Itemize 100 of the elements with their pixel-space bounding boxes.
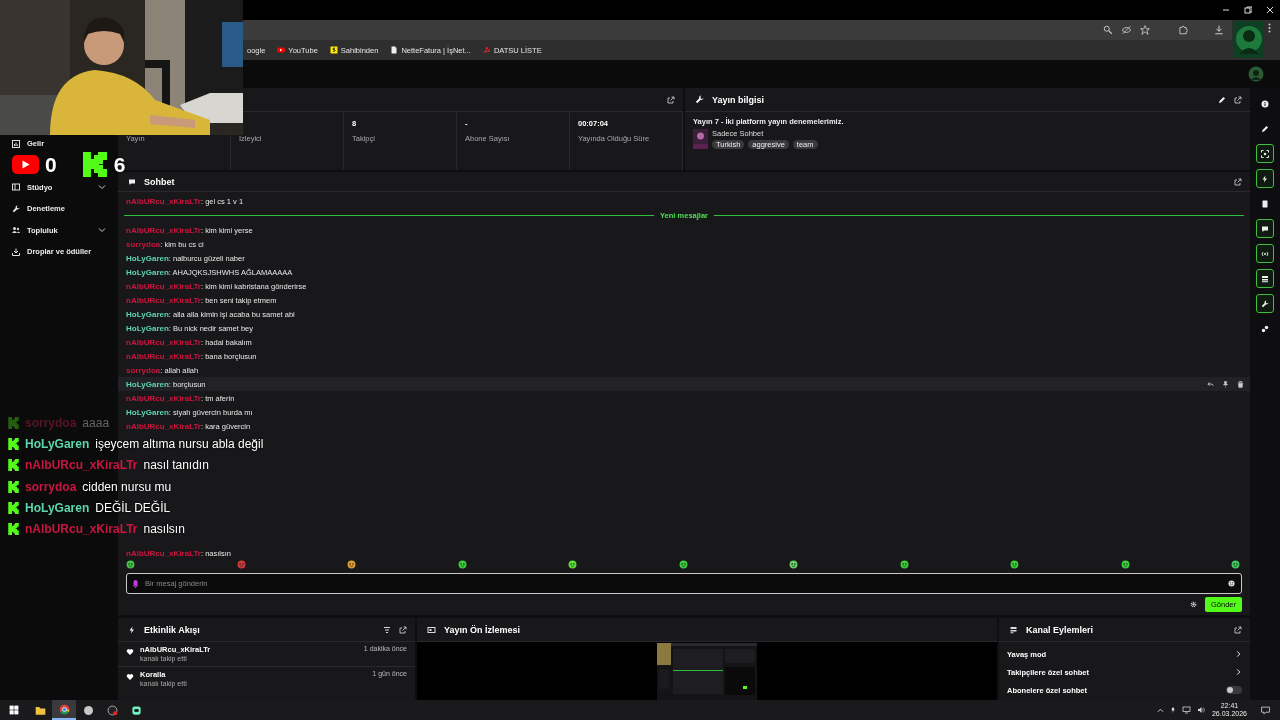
download-tray-icon — [12, 247, 20, 256]
chat-icon — [1261, 224, 1269, 233]
kick-logo-icon — [8, 437, 19, 450]
taskbar-app[interactable] — [52, 700, 76, 720]
emote-icon[interactable] — [1231, 560, 1240, 569]
kick-logo-icon — [8, 523, 19, 536]
chevron-right-icon[interactable] — [1235, 668, 1242, 676]
trash-icon[interactable] — [1237, 380, 1244, 388]
user-avatar[interactable] — [1248, 66, 1264, 82]
recorder-icon — [106, 704, 118, 716]
overlay-message: nasılsın — [143, 522, 185, 537]
more-icon[interactable] — [1268, 23, 1271, 33]
heart-icon — [126, 648, 134, 656]
kick-logo-icon — [82, 152, 108, 177]
emote-icon[interactable] — [678, 560, 688, 569]
chat-app-icon — [130, 704, 142, 716]
popout-icon[interactable] — [667, 95, 675, 104]
pin-icon[interactable] — [1222, 380, 1229, 388]
edit-icon — [1261, 124, 1269, 133]
emote-icon[interactable] — [789, 560, 798, 569]
overlay-username: nAlbURcu_xKiraLTr — [25, 522, 138, 537]
stack-icon — [1261, 274, 1269, 283]
kick-logo-icon — [8, 459, 19, 472]
panel-title: Yayın bilgisi — [712, 94, 765, 105]
info-icon — [1261, 99, 1269, 108]
puzzle-icon[interactable] — [1178, 25, 1188, 35]
volume-icon[interactable] — [1196, 706, 1206, 714]
panel-title: Yayın Ön İzlemesi — [444, 624, 521, 635]
wrench-icon — [1261, 299, 1269, 308]
notification-icon[interactable] — [1261, 705, 1270, 715]
studio-icon — [12, 183, 20, 192]
settings-icon[interactable] — [1189, 601, 1197, 608]
count-number: 6 — [113, 152, 126, 177]
youtube-icon — [12, 155, 39, 174]
reply-icon[interactable] — [1207, 380, 1214, 388]
overlay-username: HoLyGaren — [25, 500, 90, 515]
kick-logo-icon — [8, 416, 19, 429]
emote-icon[interactable] — [1010, 560, 1019, 569]
restore-icon[interactable] — [1244, 6, 1252, 14]
pdf-icon — [482, 46, 491, 54]
heart-icon — [126, 673, 134, 681]
chat-button[interactable] — [1256, 219, 1274, 238]
overlay-message: aaaa — [82, 415, 110, 430]
broadcast-button[interactable] — [1256, 244, 1274, 263]
overlay-username: nAlbURcu_xKiraLTr — [25, 458, 138, 473]
letter-icon — [329, 46, 338, 54]
popout-icon[interactable] — [1234, 177, 1242, 186]
panel-title: Etkinlik Akışı — [144, 624, 200, 635]
broadcast-icon — [1261, 249, 1269, 258]
card-icon — [1261, 199, 1269, 208]
kick-logo-icon — [8, 480, 19, 493]
minimize-icon[interactable] — [1222, 6, 1230, 14]
app-icon — [82, 704, 94, 716]
video-icon — [427, 625, 436, 634]
overlay-username: sorrydoa — [25, 479, 77, 494]
overlay-message: nasıl tanıdın — [143, 458, 209, 473]
emote-icon[interactable] — [347, 560, 356, 569]
popout-icon[interactable] — [1234, 625, 1242, 634]
emote-icon[interactable] — [568, 560, 577, 569]
star-icon[interactable] — [1140, 25, 1150, 35]
network-icon[interactable] — [1181, 706, 1191, 714]
wrench-icon — [12, 204, 20, 213]
emote-icon[interactable] — [457, 560, 467, 569]
emote-icon[interactable] — [1120, 560, 1130, 569]
emote-icon[interactable] — [126, 560, 135, 569]
chat-icon — [128, 177, 136, 186]
filter-icon[interactable] — [383, 625, 391, 634]
count-number: 0 — [45, 152, 57, 177]
wrench-button[interactable] — [1256, 294, 1274, 313]
emoji-icon[interactable] — [1228, 580, 1235, 587]
popout-icon[interactable] — [1234, 95, 1242, 104]
kick-logo-icon — [8, 501, 19, 514]
toggle-switch[interactable] — [1226, 686, 1242, 694]
overlay-username: HoLyGaren — [25, 436, 90, 451]
popout-icon[interactable] — [399, 625, 407, 634]
zoom-icon[interactable] — [1103, 25, 1113, 35]
focus-button[interactable] — [1256, 144, 1274, 163]
youtube-icon — [277, 46, 286, 54]
overlay-username: sorrydoa — [25, 415, 77, 430]
bolt-icon — [1261, 174, 1269, 183]
close-icon[interactable] — [1266, 6, 1274, 14]
chevron-down-icon[interactable] — [98, 183, 106, 192]
overlay-message: DEĞİL DEĞİL — [95, 500, 171, 515]
windows-start-icon[interactable] — [9, 705, 19, 715]
people-icon — [12, 226, 20, 235]
panel-title: Sohbet — [144, 176, 175, 187]
emote-icon[interactable] — [899, 560, 909, 569]
stack-button[interactable] — [1256, 269, 1274, 288]
chrome-icon — [58, 703, 70, 715]
microphone-icon[interactable] — [1169, 706, 1176, 714]
edit-icon[interactable] — [1218, 95, 1226, 104]
chevron-right-icon[interactable] — [1235, 650, 1242, 658]
chevron-up-icon[interactable] — [1156, 706, 1164, 714]
chart-icon — [12, 139, 20, 148]
folder-icon — [34, 704, 46, 716]
eye-off-icon[interactable] — [1121, 25, 1132, 35]
panel-title: Kanal Eylemleri — [1026, 624, 1094, 635]
download-icon[interactable] — [1214, 25, 1224, 35]
chevron-down-icon[interactable] — [98, 226, 106, 235]
bolt-button[interactable] — [1256, 169, 1274, 188]
